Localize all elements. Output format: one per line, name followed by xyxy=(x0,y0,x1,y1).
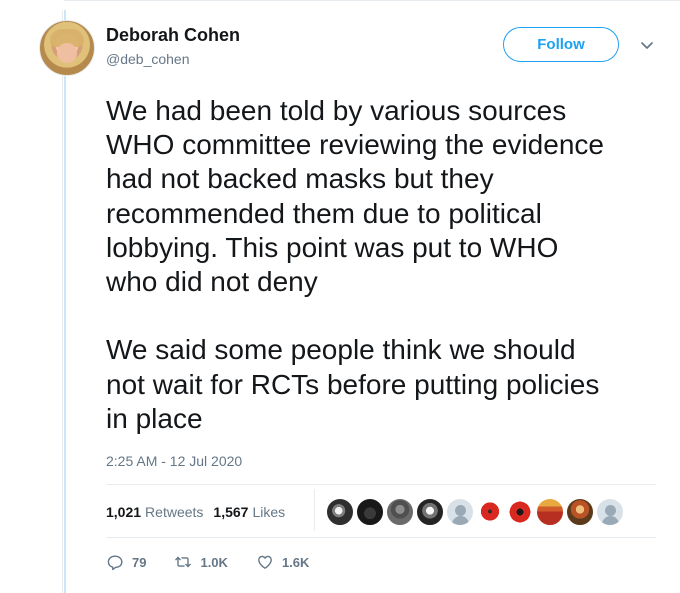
follow-button[interactable]: Follow xyxy=(503,27,619,62)
top-divider xyxy=(64,0,680,9)
stats-vertical-divider xyxy=(314,489,315,531)
liker-avatar-6[interactable] xyxy=(476,498,504,526)
author-handle[interactable]: @deb_cohen xyxy=(106,50,190,68)
thread-line-border xyxy=(62,10,63,593)
liker-avatar-7[interactable] xyxy=(506,498,534,526)
retweets-stat[interactable]: 1,021 Retweets xyxy=(106,504,203,520)
retweet-count: 1.0K xyxy=(200,554,228,570)
tweet-actions: 79 1.0K 1.6K xyxy=(106,552,337,572)
chevron-down-icon[interactable] xyxy=(638,36,656,54)
tweet-timestamp[interactable]: 2:25 AM - 12 Jul 2020 xyxy=(106,452,242,470)
reply-count: 79 xyxy=(132,554,147,570)
liker-avatar-3[interactable] xyxy=(386,498,414,526)
stats-top-divider xyxy=(106,484,656,485)
heart-icon xyxy=(258,555,272,569)
like-action[interactable]: 1.6K xyxy=(256,553,309,571)
like-count: 1.6K xyxy=(281,554,310,570)
retweets-count: 1,021 xyxy=(106,504,142,520)
reply-action[interactable]: 79 xyxy=(106,553,146,571)
liker-avatar-5[interactable] xyxy=(446,498,474,526)
liker-avatar-9[interactable] xyxy=(566,498,594,526)
engagement-stats: 1,021 Retweets 1,567 Likes xyxy=(106,502,295,522)
reply-icon xyxy=(107,555,123,571)
author-avatar[interactable] xyxy=(39,20,95,76)
tweet-card: Deborah Cohen @deb_cohen Follow We had b… xyxy=(0,0,680,593)
liker-avatar-8[interactable] xyxy=(536,498,564,526)
tweet-text: We had been told by various sources WHO … xyxy=(106,95,604,434)
liker-avatar-1[interactable] xyxy=(326,498,354,526)
actions-top-divider xyxy=(106,537,656,538)
retweet-action[interactable]: 1.0K xyxy=(174,553,228,571)
retweets-label: Retweets xyxy=(145,504,204,520)
thread-line xyxy=(64,10,66,593)
liker-avatar-2[interactable] xyxy=(356,498,384,526)
retweet-icon xyxy=(175,556,192,568)
liker-avatars xyxy=(326,496,624,528)
likes-stat[interactable]: 1,567 Likes xyxy=(213,504,285,520)
likes-label: Likes xyxy=(252,504,286,520)
author-name[interactable]: Deborah Cohen xyxy=(106,24,240,46)
likes-count: 1,567 xyxy=(213,504,249,520)
liker-avatar-10[interactable] xyxy=(596,498,624,526)
liker-avatar-4[interactable] xyxy=(416,498,444,526)
